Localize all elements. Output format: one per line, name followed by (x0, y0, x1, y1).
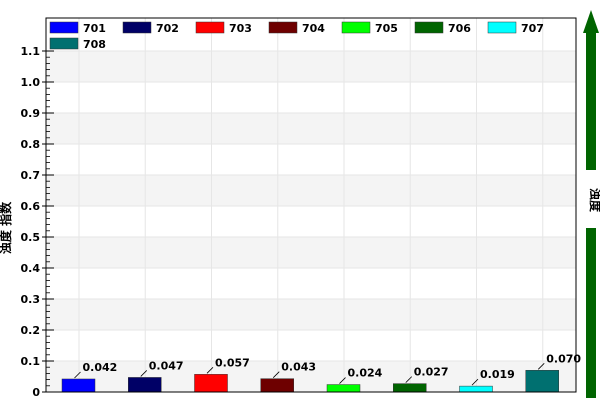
legend-label-704: 704 (302, 22, 325, 35)
y-tick-label: 0 (32, 386, 40, 399)
indicator-label: 浊度 (588, 188, 600, 213)
legend-swatch-705 (341, 21, 371, 34)
grid-band (46, 175, 576, 206)
legend-swatch-706 (414, 21, 444, 34)
bar-701 (61, 378, 96, 393)
y-tick-label: 0.9 (21, 107, 41, 120)
data-label-705: 0.024 (348, 367, 383, 380)
side-indicator: 浊度 (583, 10, 600, 398)
y-tick-label: 0.6 (21, 200, 41, 213)
grid-band (46, 51, 576, 82)
legend-swatch-704 (268, 21, 298, 34)
turbidity-chart: 0.042 0.047 0.057 0.043 0.024 0.027 0.0190.070… (0, 10, 600, 399)
y-tick-label: 0.3 (21, 293, 41, 306)
legend-label-703: 703 (229, 22, 252, 35)
indicator-bar-bottom (586, 228, 596, 398)
data-label-706: 0.027 (414, 366, 449, 379)
y-tick-label: 1.0 (21, 76, 41, 89)
y-tick-label: 0.7 (21, 169, 41, 182)
bar-708 (525, 370, 559, 393)
y-tick-label: 0.2 (21, 324, 41, 337)
y-tick-label: 0.8 (21, 138, 41, 151)
legend-label-701: 701 (83, 22, 106, 35)
plot-background (46, 18, 576, 392)
bar-707 (459, 385, 493, 393)
data-label-704: 0.043 (281, 361, 316, 374)
y-tick-label: 0.5 (21, 231, 41, 244)
y-tick-label: 0.1 (21, 355, 41, 368)
up-arrow-icon (583, 10, 599, 33)
legend-label-702: 702 (156, 22, 179, 35)
bar-706 (393, 383, 427, 393)
y-tick-label: 0.4 (21, 262, 41, 275)
indicator-bar-top (586, 32, 596, 170)
legend-label-707: 707 (521, 22, 544, 35)
legend-swatch-708 (49, 37, 79, 50)
y-tick-label: 1.1 (21, 45, 41, 58)
bar-702 (128, 377, 162, 393)
legend-swatch-707 (487, 21, 517, 34)
legend-swatch-703 (195, 21, 225, 34)
legend-label-706: 706 (448, 22, 471, 35)
legend-swatch-701 (49, 21, 79, 34)
data-label-703: 0.057 (215, 356, 250, 369)
bar-704 (260, 378, 294, 393)
grid-band (46, 237, 576, 268)
legend-label-708: 708 (83, 38, 106, 51)
bar-703 (194, 374, 228, 393)
data-label-707: 0.019 (480, 368, 515, 381)
grid-band (46, 299, 576, 330)
data-label-701: 0.042 (83, 361, 118, 374)
legend-swatch-702 (122, 21, 152, 34)
legend-label-705: 705 (375, 22, 398, 35)
y-axis-title: 浊度 指数 (0, 201, 13, 254)
data-label-702: 0.047 (149, 359, 184, 372)
grid-band (46, 113, 576, 144)
bar-705 (326, 384, 361, 393)
